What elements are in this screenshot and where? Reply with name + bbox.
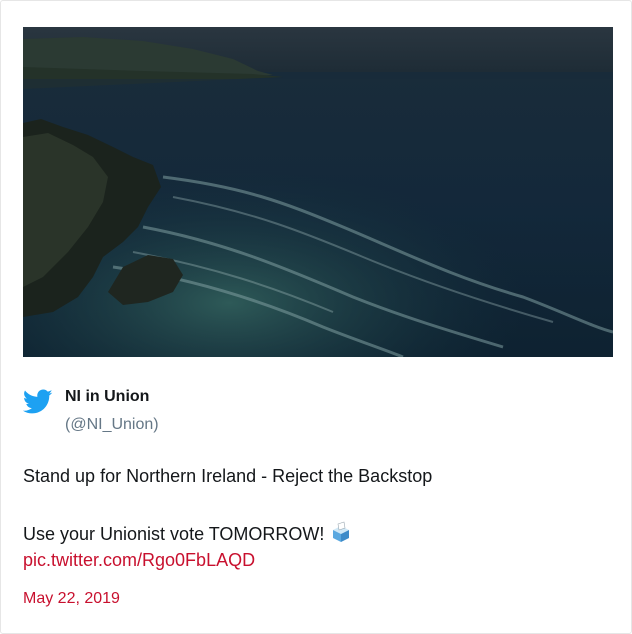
tweet-date-link[interactable]: May 22, 2019: [23, 590, 120, 608]
twitter-bird-icon[interactable]: [23, 389, 53, 415]
author-handle[interactable]: (@NI_Union): [65, 416, 159, 434]
tweet-media-image[interactable]: [23, 27, 613, 357]
tweet-text: Use your Unionist vote TOMORROW!: [23, 524, 325, 544]
embedded-tweet-card: NI in Union (@NI_Union) Stand up for Nor…: [0, 0, 632, 634]
author-name[interactable]: NI in Union: [65, 388, 149, 406]
coastal-cliff-photo: [23, 27, 613, 357]
ballot-box-icon: [333, 521, 350, 542]
tweet-text-line: Stand up for Northern Ireland - Reject t…: [23, 466, 433, 486]
tweet-media-link[interactable]: pic.twitter.com/Rgo0FbLAQD: [23, 550, 255, 571]
tweet-text-line-2: Use your Unionist vote TOMORROW!: [23, 521, 352, 545]
